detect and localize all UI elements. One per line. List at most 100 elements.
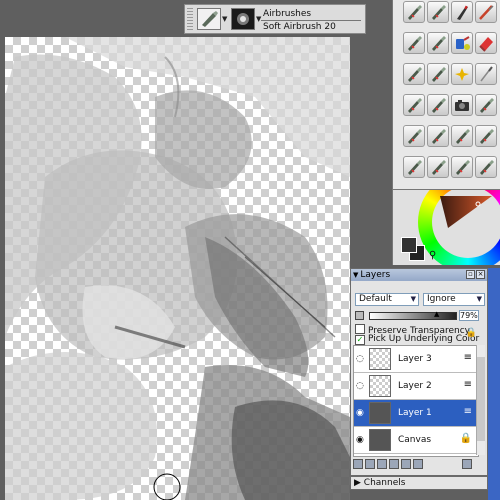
airbrush-icon — [480, 129, 494, 144]
layer-thumbnail — [369, 375, 391, 397]
brush-preset-button[interactable] — [451, 1, 473, 23]
brush-preset-button[interactable] — [427, 125, 449, 147]
brush-preset-button[interactable] — [475, 94, 497, 116]
channels-panel[interactable]: ▶ Channels — [350, 476, 488, 490]
layer-thumbnail — [369, 348, 391, 370]
brush-preset-button[interactable] — [403, 32, 425, 54]
dynamic-plugins-icon[interactable] — [365, 459, 375, 469]
airbrush-icon — [202, 11, 218, 27]
composite-stack-icon: ≡ — [463, 379, 472, 390]
brush-preset-button[interactable] — [427, 156, 449, 178]
brush-palette — [392, 0, 500, 190]
layer-name: Layer 3 — [398, 354, 432, 364]
chevron-down-icon: ▼ — [476, 295, 482, 303]
trash-icon[interactable] — [461, 459, 472, 469]
scrollbar-thumb[interactable] — [477, 357, 485, 441]
saturation-value-triangle[interactable] — [438, 190, 494, 230]
collapse-triangle-icon[interactable]: ▼ — [353, 271, 358, 279]
sparkle-icon — [455, 68, 469, 81]
opacity-value[interactable]: 79% — [459, 310, 479, 321]
brush-selector-bar: ▼ ▼ Airbrushes Soft Airbrush 20 — [184, 4, 366, 34]
palette-knife-icon — [479, 5, 494, 20]
brush-preset-button[interactable] — [427, 94, 449, 116]
airbrush-icon — [408, 67, 422, 82]
new-layer-icon[interactable] — [401, 459, 411, 469]
brush-preset-button[interactable] — [403, 63, 425, 85]
layer-row[interactable]: ◌ Layer 3 ≡ — [354, 346, 478, 373]
airbrush-icon — [480, 98, 494, 113]
layer-row[interactable]: ◉ Canvas 🔒 — [354, 427, 478, 454]
new-mask-icon[interactable] — [413, 459, 423, 469]
soft-dab-icon — [232, 9, 254, 29]
airbrush-icon — [456, 129, 470, 144]
close-icon[interactable]: × — [476, 270, 485, 279]
layers-title-bar[interactable]: ▼ Layers ▫ × — [351, 269, 487, 281]
brush-preset-button[interactable] — [451, 94, 473, 116]
composite-method-select[interactable]: Default ▼ — [355, 293, 419, 306]
lock-icon[interactable]: 🔒 — [460, 433, 472, 444]
brush-preset-button[interactable] — [451, 32, 473, 54]
brush-preset-button[interactable] — [475, 63, 497, 85]
composite-depth-select[interactable]: Ignore ▼ — [423, 293, 485, 306]
brush-preset-button[interactable] — [403, 156, 425, 178]
brush-preset-button[interactable] — [475, 125, 497, 147]
document-canvas[interactable] — [5, 37, 350, 500]
chevron-down-icon[interactable]: ▼ — [256, 15, 261, 23]
opacity-slider[interactable]: ▲ — [369, 310, 457, 320]
pencil-icon — [480, 66, 493, 82]
panel-menu-button[interactable]: ▫ — [466, 270, 475, 279]
composite-stack-icon: ≡ — [463, 352, 472, 363]
brush-preset-button[interactable] — [403, 1, 425, 23]
preserve-transparency-checkbox[interactable] — [355, 324, 365, 334]
opacity-row: ▲ 79% — [355, 310, 485, 322]
brush-preset-button[interactable] — [451, 125, 473, 147]
airbrush-icon — [408, 129, 422, 144]
airbrush-icon — [432, 160, 446, 175]
brush-preset-button[interactable] — [451, 156, 473, 178]
dropper-icon[interactable]: ⚲ — [429, 250, 436, 261]
pick-up-color-row[interactable]: ✓ Pick Up Underlying Color — [355, 334, 479, 345]
divider — [261, 20, 361, 21]
eye-closed-icon[interactable]: ◌ — [356, 381, 364, 391]
layer-commands-icon[interactable] — [353, 459, 363, 469]
layer-name: Layer 1 — [398, 408, 432, 418]
brush-preset-button[interactable] — [403, 125, 425, 147]
layer-name: Layer 2 — [398, 381, 432, 391]
layers-title: Layers — [360, 270, 391, 280]
composite-method-value: Default — [359, 294, 392, 304]
brush-preset-button[interactable] — [427, 32, 449, 54]
chevron-down-icon[interactable]: ▼ — [222, 15, 227, 23]
pick-up-color-checkbox[interactable]: ✓ — [355, 335, 365, 345]
airbrush-icon — [408, 36, 422, 51]
layer-list-scrollbar[interactable] — [476, 345, 485, 455]
layer-row[interactable]: ◌ Layer 2 ≡ — [354, 373, 478, 400]
brush-preset-button[interactable] — [427, 63, 449, 85]
color-swatches — [399, 235, 429, 263]
expand-triangle-icon[interactable]: ▶ — [354, 478, 361, 488]
lock-icon[interactable]: 🔒 — [466, 328, 477, 338]
brush-category-label: Airbrushes — [263, 9, 312, 19]
airbrush-icon — [456, 160, 470, 175]
brush-preset-button[interactable] — [475, 1, 497, 23]
brush-preset-button[interactable] — [475, 32, 497, 54]
brush-category-button[interactable] — [197, 8, 221, 30]
opacity-icon — [355, 311, 364, 320]
brush-preset-button[interactable] — [451, 63, 473, 85]
drag-grip[interactable] — [187, 8, 193, 30]
pen-icon — [457, 5, 468, 20]
airbrush-icon — [408, 5, 422, 20]
brush-variant-label: Soft Airbrush 20 — [263, 22, 336, 32]
foreground-color-swatch[interactable] — [401, 237, 417, 253]
brush-preset-button[interactable] — [475, 156, 497, 178]
layer-thumbnail — [369, 429, 391, 451]
new-group-icon[interactable] — [377, 459, 387, 469]
brush-variant-button[interactable] — [231, 8, 255, 30]
layer-mask-icon[interactable] — [389, 459, 399, 469]
eye-icon[interactable]: ◉ — [356, 408, 364, 418]
eye-icon[interactable]: ◉ — [356, 435, 364, 445]
eye-closed-icon[interactable]: ◌ — [356, 354, 364, 364]
layer-row[interactable]: ◉ Layer 1 ≡ — [354, 400, 478, 427]
slider-thumb[interactable]: ▲ — [434, 310, 439, 318]
brush-preset-button[interactable] — [403, 94, 425, 116]
brush-preset-button[interactable] — [427, 1, 449, 23]
